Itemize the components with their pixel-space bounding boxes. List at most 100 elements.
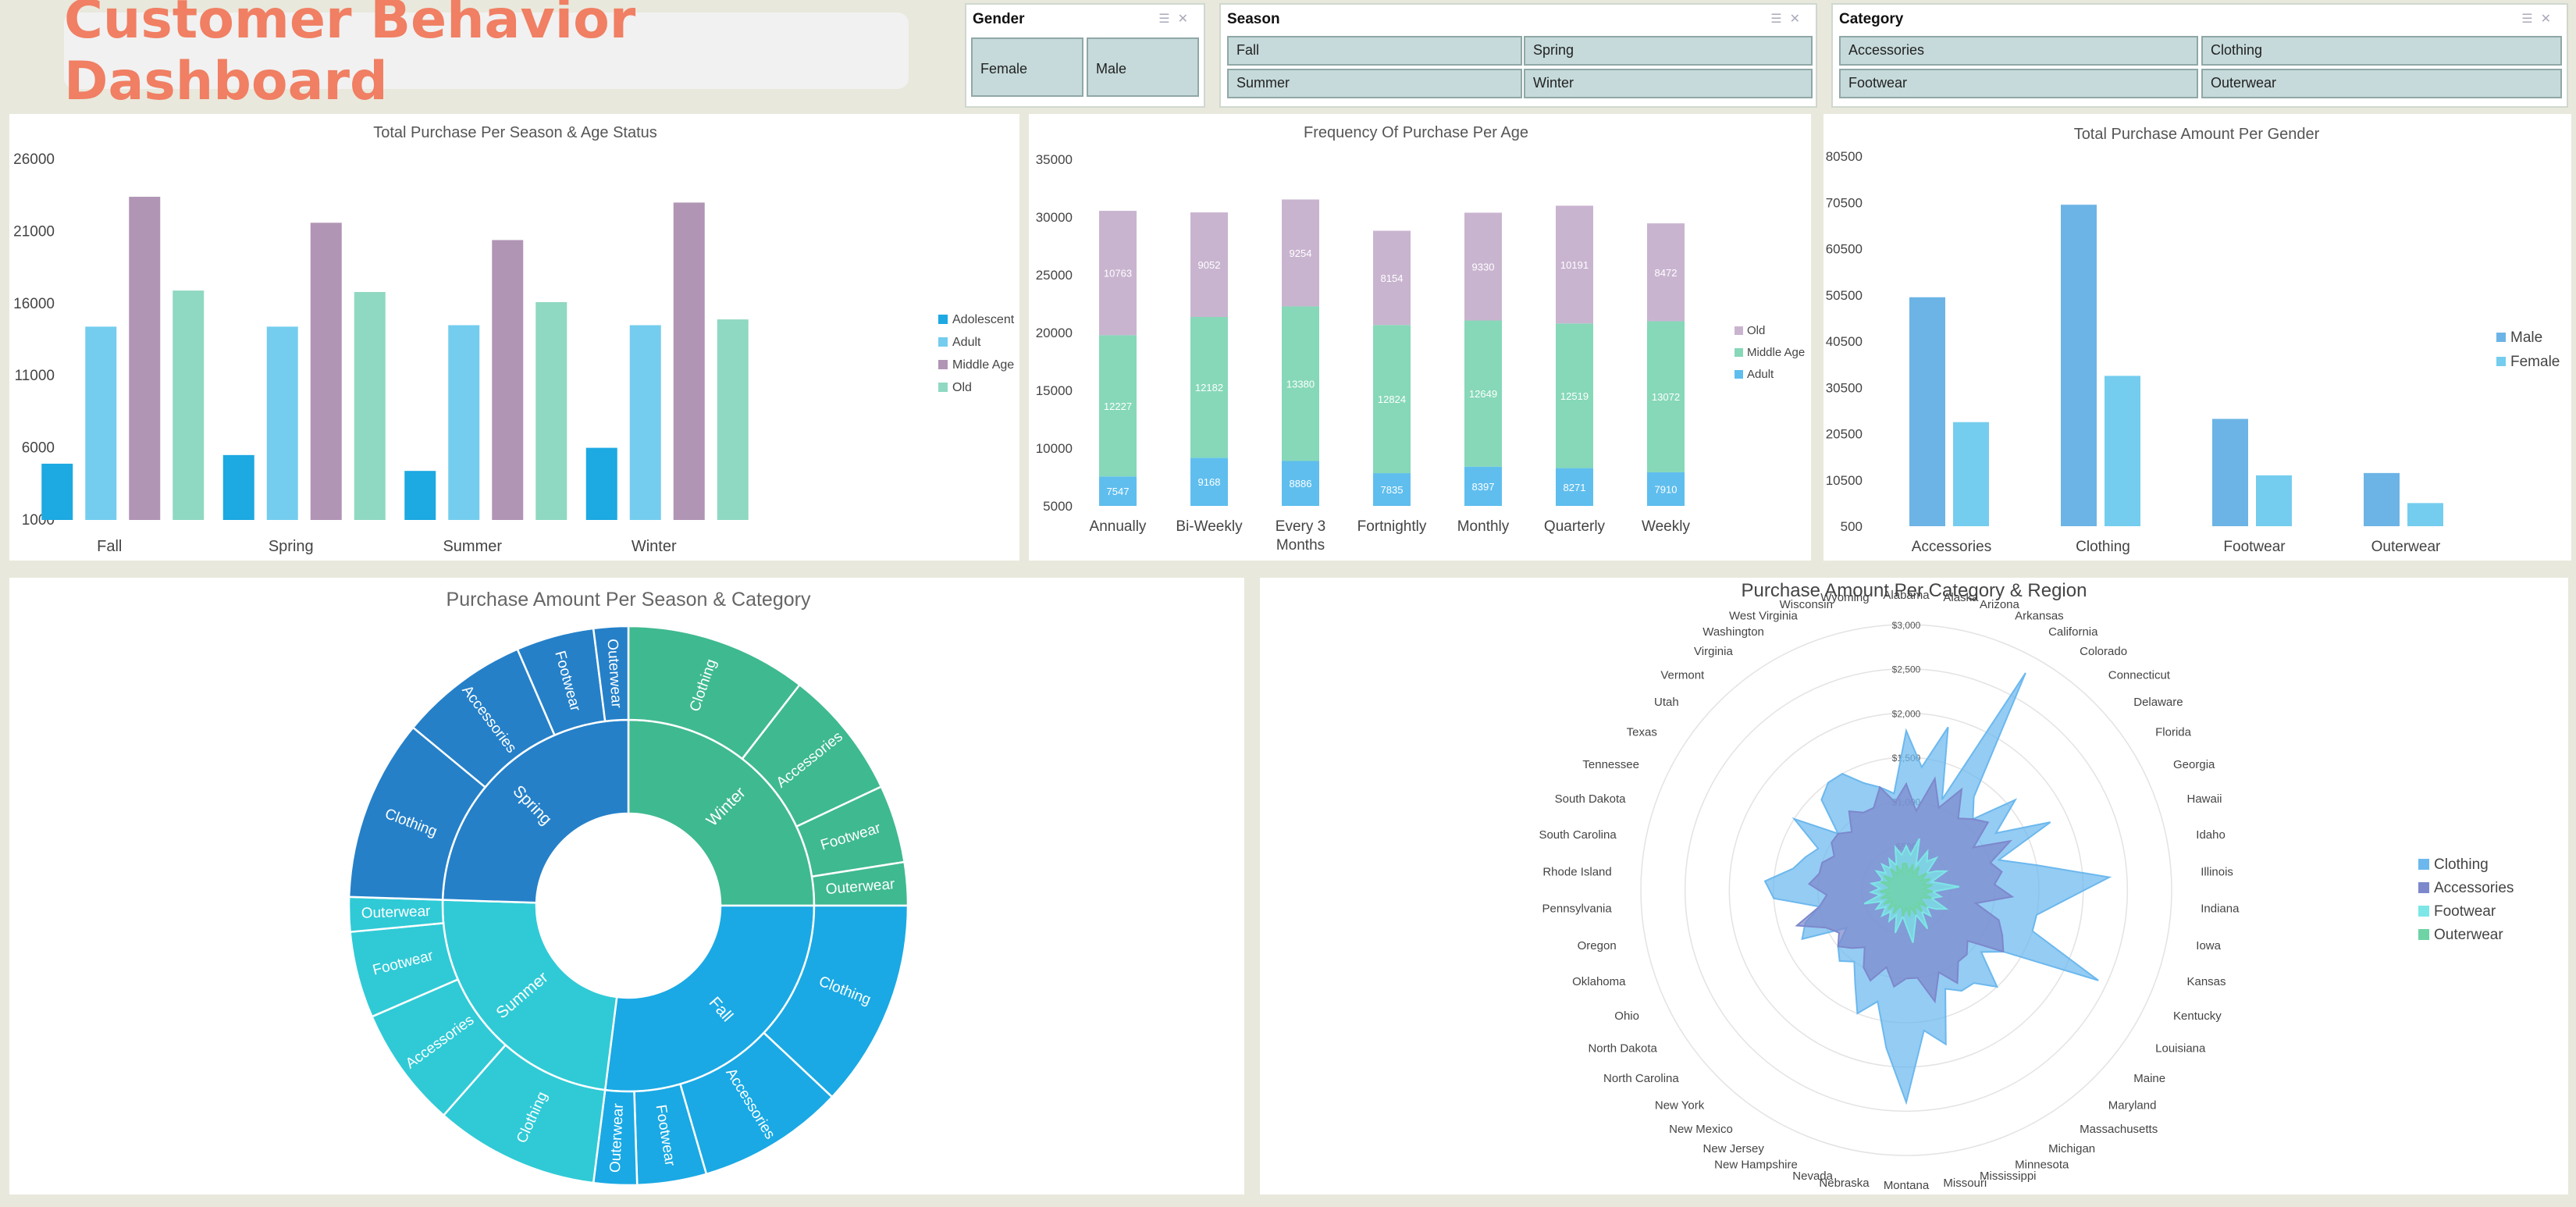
slicer-item-accessories[interactable]: Accessories [1839, 36, 2198, 66]
category-label: Pennsylvania [1542, 903, 1613, 916]
category-label: New Jersey [1703, 1142, 1765, 1155]
y-tick-label: 20000 [1036, 326, 1073, 340]
category-label: Tennessee [1582, 758, 1639, 771]
category-label: Iowa [2196, 939, 2221, 952]
category-label: California [2048, 625, 2098, 639]
x-tick-label: Spring [269, 538, 314, 555]
legend-swatch [1735, 348, 1743, 357]
chart-title: Purchase Amount Per Season & Category [447, 589, 811, 611]
category-label: Indiana [2201, 903, 2240, 916]
y-tick-label: 30500 [1826, 380, 1863, 395]
ring-label: $3,000 [1892, 620, 1921, 631]
data-label: 10763 [1104, 268, 1132, 279]
season-slicer-header: Season [1227, 11, 1280, 27]
category-label: Ohio [1614, 1009, 1639, 1023]
slicer-item-summer[interactable]: Summer [1227, 69, 1522, 98]
legend-swatch [938, 383, 948, 392]
y-tick-label: 26000 [13, 151, 55, 168]
data-label: 12519 [1560, 390, 1589, 402]
data-label: 7547 [1107, 486, 1130, 497]
y-tick-label: 6000 [22, 440, 55, 457]
chart-title: Total Purchase Amount Per Gender [2074, 126, 2320, 143]
bar [492, 240, 524, 520]
bar [404, 471, 436, 520]
bar [266, 326, 298, 520]
data-label: 8886 [1290, 478, 1312, 490]
category-label: Delaware [2133, 696, 2183, 709]
legend-label: Old [952, 381, 972, 394]
data-label: 9330 [1472, 261, 1495, 272]
slicer-item-spring[interactable]: Spring [1524, 36, 1813, 66]
segment-label: Outerwear [607, 1102, 627, 1173]
season-category-sunburst-chart: Purchase Amount Per Season & CategoryWin… [9, 578, 1244, 1195]
x-tick-label: Weekly [1642, 518, 1690, 535]
category-label: New York [1655, 1099, 1705, 1113]
gender-slicer: Gender ☰✕ Female Male [965, 3, 1205, 108]
bar [85, 326, 117, 520]
legend-label: Clothing [2434, 856, 2489, 873]
bar [222, 454, 254, 520]
data-label: 13072 [1652, 391, 1680, 403]
gender-amount-bar-chart: Total Purchase Amount Per Gender 80500 705… [1823, 114, 2571, 561]
slicer-item-footwear[interactable]: Footwear [1839, 69, 2198, 98]
category-label: Nevada [1792, 1170, 1833, 1183]
slicer-item-winter[interactable]: Winter [1524, 69, 1813, 98]
slicer-clear-icon[interactable]: ☰✕ [2521, 11, 2559, 27]
bar [535, 301, 568, 520]
x-tick-label: Every 3 [1276, 518, 1325, 535]
category-label: Kansas [2186, 975, 2226, 988]
slicer-item-male[interactable]: Male [1087, 37, 1199, 97]
category-label: Oregon [1578, 939, 1617, 952]
category-label: Illinois [2201, 865, 2233, 878]
category-label: Texas [1627, 725, 1657, 739]
bar [717, 319, 749, 520]
bar [448, 325, 480, 520]
legend-label: Male [2510, 329, 2542, 346]
category-label: Arizona [1980, 598, 2020, 611]
slicer-clear-icon[interactable]: ☰✕ [1158, 11, 1196, 27]
category-label: Massachusetts [2080, 1123, 2158, 1136]
slicer-item-fall[interactable]: Fall [1227, 36, 1522, 66]
y-tick-label: 20500 [1826, 427, 1863, 442]
category-slicer-header: Category [1839, 11, 1904, 27]
x-tick-label: Outerwear [2371, 539, 2441, 555]
chart-title: Total Purchase Per Season & Age Status [373, 124, 657, 141]
season-slicer: Season ☰✕ Fall Spring Summer Winter [1219, 3, 1817, 108]
legend-swatch [2418, 929, 2429, 940]
data-label: 12182 [1195, 382, 1223, 393]
category-label: Utah [1654, 696, 1679, 709]
category-label: Hawaii [2186, 792, 2222, 806]
category-region-radar-chart: Purchase Amount Per Category & Region$50… [1260, 578, 2568, 1195]
category-slicer: Category ☰✕ Accessories Clothing Footwea… [1831, 3, 2568, 108]
x-tick-label: Fortnightly [1357, 518, 1427, 535]
legend-swatch [2418, 882, 2429, 893]
slicer-item-clothing[interactable]: Clothing [2201, 36, 2562, 66]
category-label: Missouri [1943, 1177, 1987, 1190]
slicer-item-outerwear[interactable]: Outerwear [2201, 69, 2562, 98]
data-label: 8472 [1655, 267, 1678, 279]
data-label: 13380 [1286, 378, 1315, 390]
x-tick-label: Quarterly [1544, 518, 1606, 535]
slicer-item-female[interactable]: Female [971, 37, 1083, 97]
category-label: Michigan [2048, 1142, 2095, 1155]
y-tick-label: 21000 [13, 223, 55, 240]
legend-label: Adult [1747, 368, 1774, 381]
y-tick-label: 40500 [1826, 334, 1863, 349]
x-tick-label: Annually [1090, 518, 1147, 535]
y-tick-label: 5000 [1043, 499, 1073, 514]
season-age-bar-chart: Total Purchase Per Season & Age Status 26… [9, 114, 1019, 561]
data-label: 12227 [1104, 401, 1132, 412]
category-label: Connecticut [2108, 668, 2171, 682]
bar [585, 447, 617, 520]
legend-swatch [2418, 906, 2429, 917]
legend-swatch [1735, 370, 1743, 379]
category-label: Rhode Island [1542, 865, 1611, 878]
y-tick-label: 35000 [1036, 152, 1073, 167]
category-label: Alabama [1883, 589, 1930, 602]
frequency-age-stacked-chart: Frequency Of Purchase Per Age 35000 30000 2… [1029, 114, 1811, 561]
category-label: Oklahoma [1572, 975, 1626, 988]
slicer-clear-icon[interactable]: ☰✕ [1770, 11, 1808, 27]
y-tick-label: 11000 [15, 368, 55, 384]
y-tick-label: 70500 [1826, 195, 1863, 210]
category-label: New Mexico [1669, 1123, 1733, 1136]
